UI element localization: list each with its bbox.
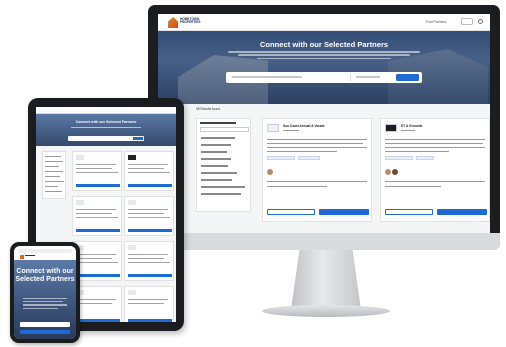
tablet-navbar [36,107,176,114]
category-tag [385,156,413,160]
phone-screen: Connect with our Selected Partners [14,246,76,339]
partner-card[interactable] [72,196,122,236]
partner-card[interactable] [124,286,174,322]
category-tag [298,156,320,160]
hero-title: Connect with our Selected Partners [259,40,389,49]
partner-description [385,139,485,141]
phone-navbar [14,246,76,260]
partner-details [385,181,485,183]
search-input[interactable] [68,136,144,141]
partner-name: Sun Coast Annual & Vacate [283,124,325,128]
partner-description [385,147,485,149]
monitor-chin [148,233,500,250]
tablet-hero: Connect with our Selected Partners [36,114,176,146]
desktop-monitor: HOMETOWN PROPERTIES Find Partners Connec… [148,5,500,250]
contact-button[interactable] [437,209,487,215]
desktop-screen: HOMETOWN PROPERTIES Find Partners Connec… [158,14,490,233]
partner-card[interactable] [124,241,174,281]
monitor-base [262,305,390,317]
category-tag [416,156,434,160]
filter-option[interactable] [201,151,227,153]
login-button[interactable] [461,18,473,25]
phone-device: Connect with our Selected Partners [10,242,80,343]
view-profile-button[interactable] [267,209,315,215]
filter-option[interactable] [201,144,231,146]
partner-card[interactable] [124,151,174,191]
monitor-stand [291,250,361,310]
partner-type [401,130,415,132]
contact-avatar [392,169,398,175]
partner-details [267,186,327,188]
filter-option[interactable] [201,165,228,167]
desktop-results-area: 98 Results found Sun Coast Annual & Vaca… [158,104,490,233]
category-filter-panel [42,151,66,199]
address-bar[interactable] [18,249,72,253]
filter-option[interactable] [201,179,232,181]
brand-wordmark [25,255,35,257]
filter-option[interactable] [201,172,237,174]
partner-type [283,130,299,132]
contact-button[interactable] [319,209,369,215]
partner-description [385,143,483,145]
hero-subtitle [228,51,420,63]
desktop-navbar: HOMETOWN PROPERTIES Find Partners [158,14,490,31]
filter-option[interactable] [201,193,241,195]
partner-details [385,186,441,188]
category-filter-panel [196,118,251,212]
partner-search-bar [226,72,422,83]
hero-title: Connect with our Selected Partners [15,268,75,284]
filter-option[interactable] [201,158,231,160]
house-logo-icon[interactable] [20,255,24,259]
category-tag [267,156,295,160]
contact-avatar [267,169,273,175]
partner-description [267,147,367,149]
filter-option[interactable] [201,137,235,139]
filter-option[interactable] [201,186,245,188]
desktop-hero: Connect with our Selected Partners [158,31,490,104]
hero-title: Connect with our Selected Partners [75,120,137,124]
partner-card[interactable]: Sun Coast Annual & Vacate [262,118,372,222]
partner-card[interactable] [72,151,122,191]
house-logo-icon [168,17,178,28]
contact-avatar [385,169,391,175]
search-button[interactable] [20,330,70,334]
location-input[interactable] [356,76,380,78]
partner-logo [267,124,279,132]
search-input[interactable] [232,76,302,78]
partner-card[interactable] [124,196,174,236]
partner-details [267,181,367,183]
filter-search-input[interactable] [200,127,249,132]
partner-description [267,151,337,153]
nav-link-find-partners[interactable]: Find Partners [426,20,446,24]
search-button[interactable] [396,74,419,81]
brand-wordmark: HOMETOWN PROPERTIES [180,17,201,25]
device-mockup-scene: HOMETOWN PROPERTIES Find Partners Connec… [0,0,506,347]
partner-name: ET & Grounds [401,124,423,128]
search-divider [350,74,351,81]
partner-card[interactable]: ET & Grounds [380,118,490,222]
brand-logo[interactable]: HOMETOWN PROPERTIES [168,17,201,28]
hero-subtitle [23,298,67,311]
user-icon[interactable] [478,19,483,24]
partner-description [267,143,363,145]
partner-description [267,139,367,141]
search-button[interactable] [133,137,143,140]
hero-subtitle [71,127,141,129]
partner-description [385,151,449,153]
view-profile-button[interactable] [385,209,433,215]
search-input[interactable] [20,322,70,327]
partner-logo [385,124,397,132]
filter-heading [200,122,236,124]
results-count: 98 Results found [196,107,220,111]
